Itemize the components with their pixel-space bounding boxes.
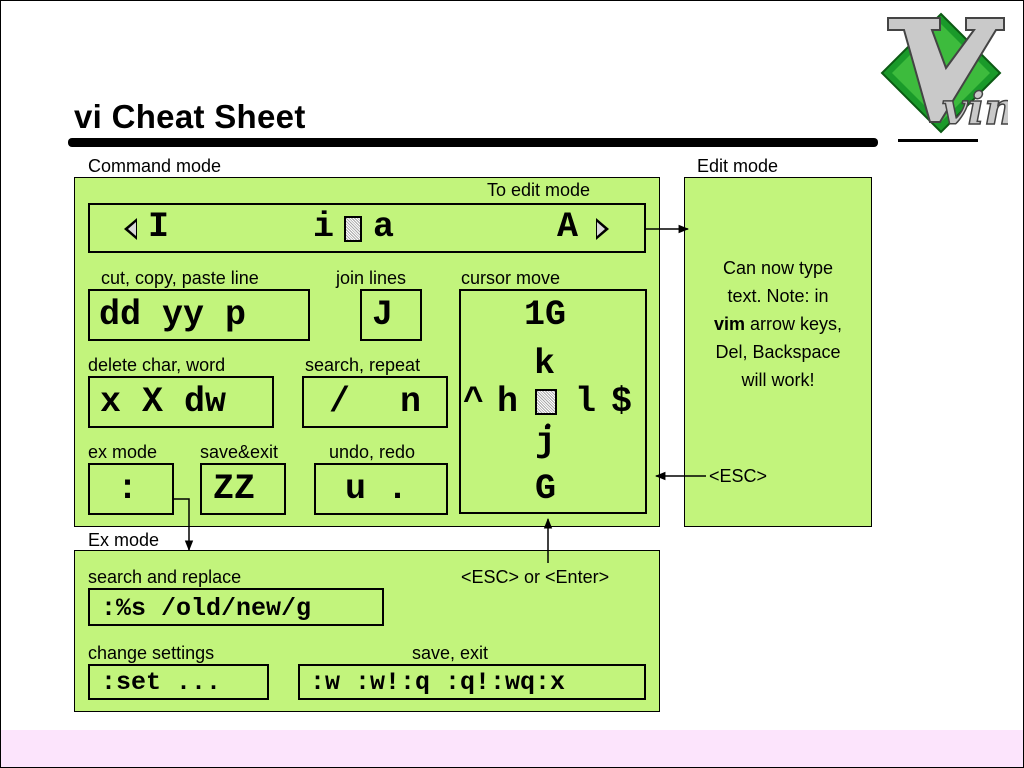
- delete-keys: x X dw: [100, 382, 227, 422]
- cursor-down-key: j: [535, 422, 557, 462]
- cursor-right-key: l: [575, 382, 597, 422]
- repeat-search-key: n: [400, 382, 422, 422]
- page-title: vi Cheat Sheet: [74, 98, 306, 135]
- insert-before-line-arrow-icon: [124, 218, 137, 240]
- logo-underline: [898, 139, 978, 142]
- edit-mode-description: Can now type text. Note: in vim arrow ke…: [686, 254, 870, 394]
- cursor-up-key: k: [534, 344, 556, 384]
- cursor-line-start-key: ^: [463, 382, 485, 422]
- key-append-line-end: A: [557, 207, 579, 247]
- cut-copy-paste-keys: dd yy p: [99, 295, 247, 335]
- key-insert-line-start: I: [148, 207, 170, 247]
- escape-key-label: <ESC>: [709, 466, 768, 486]
- search-replace-command: :%s /old/new/g: [101, 594, 312, 623]
- command-mode-label: Command mode: [88, 156, 222, 176]
- edit-mode-label: Edit mode: [697, 156, 779, 176]
- cursor-position-icon: [535, 389, 557, 415]
- cursor-top-of-file-key: 1G: [524, 295, 567, 335]
- append-after-line-arrow-icon: [596, 218, 609, 240]
- cursor-move-label: cursor move: [461, 268, 561, 288]
- vim-logo-icon: vim: [880, 12, 1008, 136]
- search-key: /: [329, 382, 351, 422]
- cursor-end-of-file-key: G: [535, 469, 557, 509]
- cut-copy-paste-label: cut, copy, paste line: [101, 268, 259, 288]
- join-lines-label: join lines: [336, 268, 407, 288]
- cursor-line-end-key: $: [611, 382, 633, 422]
- delete-char-word-label: delete char, word: [88, 355, 226, 375]
- edit-text-line: will work!: [741, 370, 815, 390]
- ex-mode-label: Ex mode: [88, 530, 160, 550]
- cursor-left-key: h: [497, 382, 519, 422]
- cursor-block-icon: [344, 216, 362, 242]
- ex-mode-key: :: [117, 469, 139, 509]
- undo-redo-keys: u .: [345, 469, 409, 509]
- footer-band: [1, 730, 1023, 767]
- settings-command: :set ...: [101, 668, 222, 697]
- search-box: [302, 376, 448, 428]
- title-underline: [68, 138, 878, 147]
- change-settings-label: change settings: [88, 643, 215, 663]
- search-repeat-label: search, repeat: [305, 355, 421, 375]
- escape-or-enter-label: <ESC> or <Enter>: [461, 567, 610, 587]
- undo-redo-label: undo, redo: [329, 442, 416, 462]
- save-exit-commands-label: save, exit: [412, 643, 489, 663]
- svg-text:vim: vim: [942, 84, 1008, 135]
- search-replace-label: search and replace: [88, 567, 242, 587]
- save-exit-commands: :w :w!:q :q!:wq:x: [310, 668, 566, 697]
- edit-text-line: Del, Backspace: [715, 342, 841, 362]
- to-edit-mode-label: To edit mode: [487, 180, 591, 200]
- key-append-after: a: [373, 207, 395, 247]
- vim-emphasis: vim: [713, 314, 745, 334]
- edit-text-line: text. Note: in: [727, 286, 829, 306]
- save-exit-key: ZZ: [213, 469, 256, 509]
- save-exit-label: save&exit: [200, 442, 279, 462]
- join-lines-key: J: [372, 295, 394, 335]
- ex-mode-key-label: ex mode: [88, 442, 158, 462]
- edit-text-line: vim arrow keys,: [713, 314, 843, 334]
- edit-text-line: Can now type: [722, 258, 834, 278]
- key-insert-before: i: [313, 207, 335, 247]
